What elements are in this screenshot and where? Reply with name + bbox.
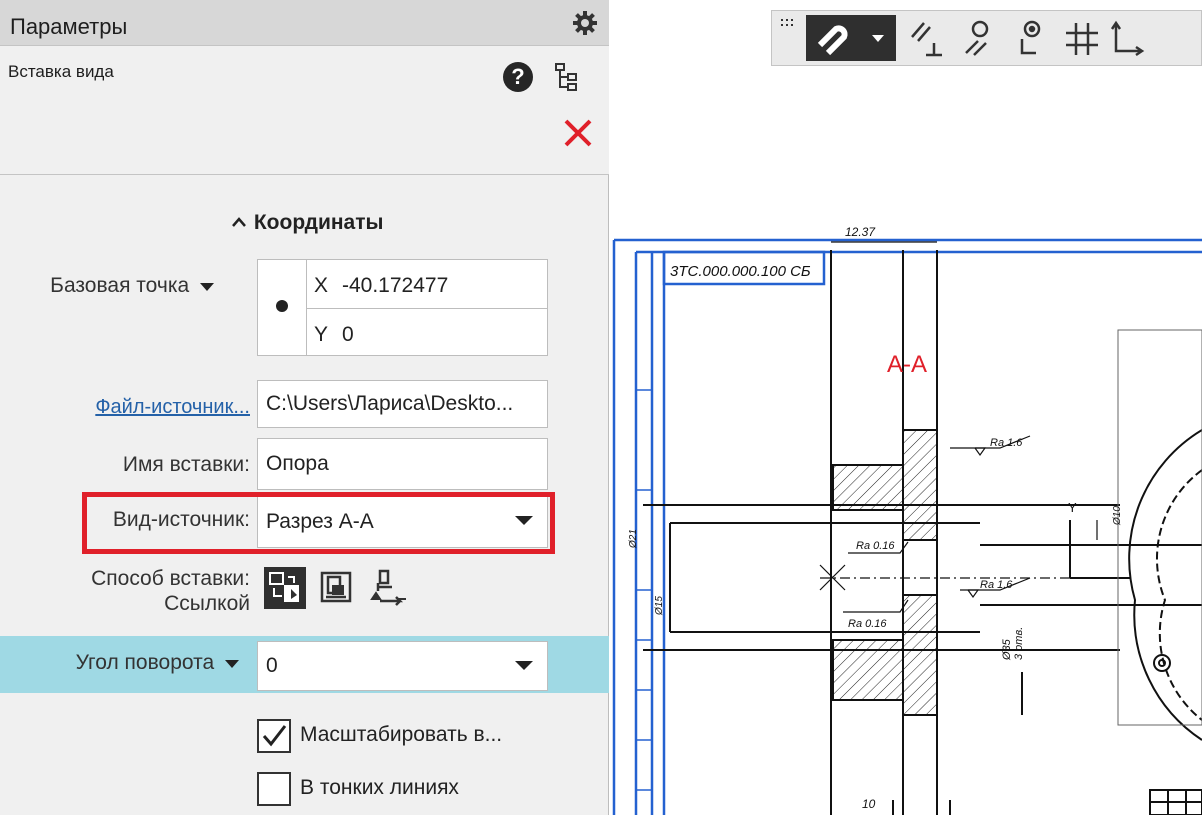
insert-by-link-icon[interactable] bbox=[264, 567, 306, 609]
caret-down-icon bbox=[225, 660, 239, 668]
base-point-dropdown[interactable]: Базовая точка bbox=[40, 274, 215, 298]
snap-toolbar bbox=[771, 10, 1202, 66]
coordinates-section-toggle[interactable]: Координаты bbox=[230, 211, 383, 235]
source-file-link-text[interactable]: Файл-источник... bbox=[95, 396, 250, 418]
roughness-label: Ra 1.6 bbox=[990, 437, 1023, 449]
command-title: Вставка вида bbox=[8, 62, 114, 81]
dimension-label: Ø15 bbox=[654, 596, 665, 616]
coordinate-box: X -40.172477 Y 0 bbox=[257, 259, 548, 356]
panel-header: Параметры bbox=[0, 0, 609, 46]
view-snap-icon[interactable] bbox=[956, 15, 1000, 61]
drawing-canvas[interactable]: А-А 3ТС.000.000.100 СБ 12.37 Ra 1.6 Ra 0… bbox=[610, 0, 1202, 815]
document-code: 3ТС.000.000.100 СБ bbox=[670, 263, 811, 280]
magnet-icon bbox=[817, 25, 848, 56]
y-input[interactable]: 0 bbox=[342, 323, 354, 347]
gear-icon[interactable] bbox=[572, 10, 598, 36]
panel-title: Параметры bbox=[10, 14, 128, 39]
insert-name-input[interactable]: Опора bbox=[257, 438, 548, 490]
rotation-angle-value: 0 bbox=[266, 654, 278, 677]
insert-mode-label: Способ вставки: bbox=[91, 567, 250, 590]
source-file-field[interactable]: C:\Users\Лариса\Deskto... bbox=[257, 380, 548, 428]
axis-y-label: Y bbox=[1068, 500, 1077, 515]
help-icon[interactable]: ? bbox=[503, 62, 533, 92]
section-label: А-А bbox=[887, 351, 927, 378]
roughness-label: Ra 0.16 bbox=[848, 618, 887, 630]
dimension-label: 10 bbox=[862, 797, 876, 811]
tree-icon[interactable] bbox=[554, 62, 578, 92]
dimension-label: Ø21 bbox=[628, 529, 639, 549]
close-icon[interactable] bbox=[563, 118, 593, 148]
chevron-up-icon bbox=[232, 217, 246, 227]
divider bbox=[306, 308, 547, 309]
rotation-angle-dropdown[interactable]: Угол поворота bbox=[40, 651, 240, 675]
insert-embed-icon[interactable] bbox=[316, 567, 358, 609]
scale-checkbox-label: Масштабировать в... bbox=[300, 723, 503, 746]
y-label: Y bbox=[314, 323, 329, 346]
dropdown-arrow-icon bbox=[515, 661, 533, 670]
coordinate-system-icon[interactable] bbox=[1104, 15, 1148, 61]
roughness-label: Ra 1.6 bbox=[980, 579, 1013, 591]
parallel-snap-icon[interactable] bbox=[904, 15, 948, 61]
caret-down-icon bbox=[200, 283, 214, 291]
grid-icon[interactable] bbox=[1060, 15, 1104, 61]
point-marker-icon bbox=[276, 300, 288, 312]
base-point-label: Базовая точка bbox=[50, 274, 190, 297]
dimension-label: Ø10 bbox=[1112, 506, 1123, 526]
thin-lines-checkbox-label: В тонких линиях bbox=[300, 776, 459, 799]
scale-checkbox[interactable] bbox=[257, 719, 291, 753]
insert-decompose-icon[interactable] bbox=[368, 567, 410, 609]
insert-mode-value: Ссылкой bbox=[164, 592, 250, 615]
rotation-angle-label: Угол поворота bbox=[75, 651, 215, 674]
snap-mode-button[interactable] bbox=[806, 15, 896, 61]
dimension-label: Ø35 bbox=[1001, 638, 1013, 661]
technical-drawing: А-А 3ТС.000.000.100 СБ 12.37 Ra 1.6 Ra 0… bbox=[612, 225, 1202, 815]
source-file-link[interactable]: Файл-источник... bbox=[40, 396, 250, 419]
chevron-down-icon bbox=[872, 35, 884, 42]
insert-name-label: Имя вставки: bbox=[122, 453, 250, 476]
parameters-panel: Параметры Вставка вида ? Координаты Базо… bbox=[0, 0, 609, 815]
holes-note: 3 отв. bbox=[1013, 627, 1025, 660]
grip-handle-icon[interactable] bbox=[778, 15, 800, 61]
eye-snap-icon[interactable] bbox=[1008, 15, 1052, 61]
dimension-top: 12.37 bbox=[845, 225, 876, 239]
rotation-angle-select[interactable]: 0 bbox=[257, 641, 548, 691]
x-input[interactable]: -40.172477 bbox=[342, 274, 448, 298]
rotation-angle-row: Угол поворота 0 bbox=[0, 636, 609, 693]
insert-mode-label-block: Способ вставки: Ссылкой bbox=[40, 566, 250, 616]
roughness-label: Ra 0.16 bbox=[856, 540, 895, 552]
check-icon bbox=[262, 725, 287, 747]
highlight-frame bbox=[82, 492, 555, 554]
coordinates-section-title: Координаты bbox=[253, 211, 384, 234]
x-label: X bbox=[314, 274, 329, 297]
command-area: Вставка вида ? bbox=[0, 46, 609, 175]
thin-lines-checkbox[interactable] bbox=[257, 772, 291, 806]
